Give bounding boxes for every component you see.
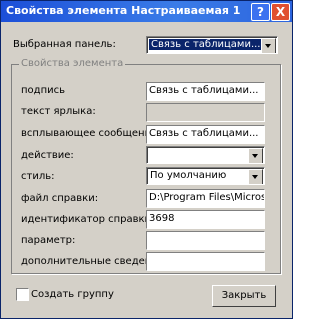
selected-panel-label: Выбранная панель: — [13, 39, 116, 50]
help-file-field[interactable]: D:\Program Files\Microsoft O — [146, 189, 265, 208]
parameter-field[interactable] — [146, 231, 265, 250]
window-title: Свойства элемента Настраиваемая 1 — [6, 4, 241, 17]
shortcut-text-field — [146, 103, 265, 122]
properties-dialog: Свойства элемента Настраиваемая 1 ? X Вы… — [0, 0, 293, 319]
chevron-down-icon[interactable] — [248, 148, 263, 163]
chevron-down-icon[interactable] — [261, 38, 276, 53]
tag-field[interactable] — [146, 252, 265, 271]
close-window-button[interactable]: X — [271, 3, 290, 21]
caption-field[interactable]: Связь с таблицами... — [146, 82, 265, 101]
help-file-label: файл справки: — [21, 193, 99, 204]
selected-panel-dropdown[interactable]: Связь с таблицами... — [146, 36, 278, 54]
group-legend: Свойства элемента — [19, 58, 126, 69]
screentip-value: Связь с таблицами... — [149, 128, 259, 139]
parameter-label: параметр: — [21, 235, 76, 246]
action-dropdown[interactable] — [146, 146, 265, 164]
shortcut-text-label: текст ярлыка: — [21, 106, 96, 117]
help-file-value: D:\Program Files\Microsoft O — [149, 192, 264, 203]
title-bar[interactable]: Свойства элемента Настраиваемая 1 ? X — [1, 1, 292, 22]
create-group-label: Создать группу — [31, 289, 114, 300]
help-id-label: идентификатор справки: — [21, 214, 155, 225]
caption-value: Связь с таблицами... — [149, 85, 259, 96]
screentip-label: всплывающее сообщение — [21, 128, 158, 139]
create-group-checkbox[interactable] — [16, 288, 29, 301]
help-button[interactable]: ? — [251, 3, 270, 21]
help-id-value: 3698 — [149, 213, 175, 224]
action-label: действие: — [21, 150, 74, 161]
screentip-field[interactable]: Связь с таблицами... — [146, 125, 265, 144]
style-label: стиль: — [21, 171, 55, 182]
selected-panel-value: Связь с таблицами... — [149, 39, 263, 50]
close-button[interactable]: Закрыть — [212, 285, 276, 307]
chevron-down-icon[interactable] — [248, 169, 263, 184]
style-dropdown[interactable]: По умолчанию — [146, 167, 265, 185]
help-id-field[interactable]: 3698 — [146, 210, 265, 229]
style-value: По умолчанию — [150, 170, 227, 181]
caption-label: подпись — [21, 85, 65, 96]
